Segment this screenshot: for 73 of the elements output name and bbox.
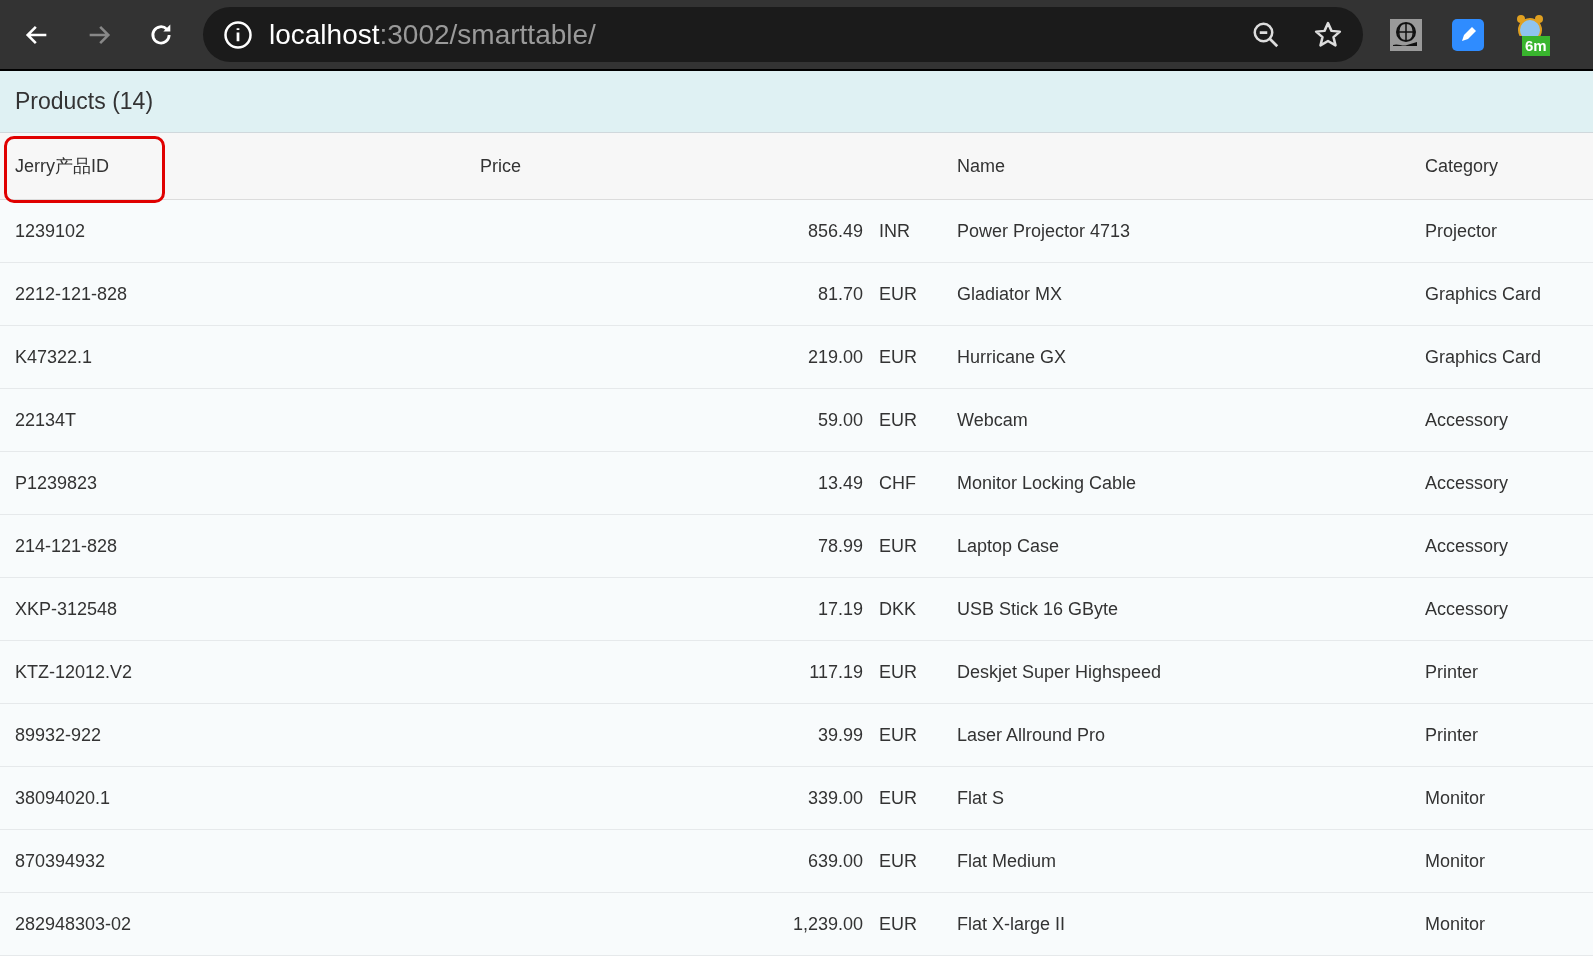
table-cell: Accessory xyxy=(1425,472,1509,493)
currency-code: EUR xyxy=(879,849,917,873)
currency-code: EUR xyxy=(879,912,917,936)
currency-code: EUR xyxy=(879,786,917,810)
currency-code: INR xyxy=(879,219,911,243)
currency-code: EUR xyxy=(879,345,917,369)
table-cell: 870394932 xyxy=(15,850,106,871)
price-amount: 856.49 xyxy=(807,219,863,243)
table-cell: Webcam xyxy=(957,409,1028,430)
currency-code: EUR xyxy=(879,534,917,558)
table-cell: 1239102 xyxy=(15,220,86,241)
table-cell: Gladiator MX xyxy=(957,283,1063,304)
table-cell: Monitor Locking Cable xyxy=(957,472,1137,493)
table-cell: Graphics Card xyxy=(1425,346,1542,367)
column-header[interactable]: Category xyxy=(1425,155,1499,176)
timer-badge: 6m xyxy=(1522,35,1550,56)
price-amount: 117.19 xyxy=(809,660,863,684)
price-amount: 339.00 xyxy=(807,786,863,810)
table-cell: Printer xyxy=(1425,661,1478,682)
table-cell: Monitor xyxy=(1425,787,1486,808)
price-amount: 639.00 xyxy=(807,849,863,873)
table-cell: Deskjet Super Highspeed xyxy=(957,661,1162,682)
currency-code: EUR xyxy=(879,660,917,684)
currency-code: EUR xyxy=(879,282,917,306)
price-amount: 81.70 xyxy=(817,282,863,306)
table-cell: Flat X-large II xyxy=(957,913,1066,934)
currency-code: DKK xyxy=(879,597,917,621)
table-cell: Flat S xyxy=(957,787,1004,808)
price-amount: 39.99 xyxy=(817,723,863,747)
currency-code: CHF xyxy=(879,471,917,495)
table-cell: Graphics Card xyxy=(1425,283,1542,304)
table-cell: K47322.1 xyxy=(15,346,93,367)
table-cell: USB Stick 16 GByte xyxy=(957,598,1119,619)
table-cell: Flat Medium xyxy=(957,850,1057,871)
price-amount: 1,239.00 xyxy=(792,912,863,936)
price-amount: 59.00 xyxy=(817,408,863,432)
table-cell: Printer xyxy=(1425,724,1478,745)
url-text: localhost:3002/smarttable/ xyxy=(269,17,596,52)
table-cell: XKP-312548 xyxy=(15,598,118,619)
address-bar[interactable]: localhost:3002/smarttable/ xyxy=(203,7,1363,62)
price-amount: 17.19 xyxy=(817,597,863,621)
column-header[interactable]: Name xyxy=(957,155,1005,176)
table-cell: Accessory xyxy=(1425,535,1509,556)
table-cell: Projector xyxy=(1425,220,1498,241)
table-cell: Laser Allround Pro xyxy=(957,724,1106,745)
column-header[interactable]: Jerry产品ID xyxy=(15,155,109,176)
table-cell: KTZ-12012.V2 xyxy=(15,661,133,682)
table-cell: Monitor xyxy=(1425,850,1486,871)
table-cell: Laptop Case xyxy=(957,535,1060,556)
table-cell: 214-121-828 xyxy=(15,535,118,556)
table-cell: Power Projector 4713 xyxy=(957,220,1131,241)
table-cell: Accessory xyxy=(1425,409,1509,430)
currency-code: EUR xyxy=(879,723,917,747)
bookmark-star-icon[interactable] xyxy=(1313,19,1343,50)
price-amount: 219.00 xyxy=(807,345,863,369)
table-cell: 2212-121-828 xyxy=(15,283,128,304)
column-header[interactable]: Price xyxy=(480,155,521,176)
globe-hand-icon[interactable] xyxy=(1390,18,1422,51)
alarm-clock-icon[interactable] xyxy=(1514,12,1546,36)
price-amount: 78.99 xyxy=(817,534,863,558)
info-icon[interactable] xyxy=(223,19,253,50)
table-cell: 282948303-02 xyxy=(15,913,132,934)
table-cell: P1239823 xyxy=(15,472,98,493)
table-cell: Accessory xyxy=(1425,598,1509,619)
currency-code: EUR xyxy=(879,408,917,432)
table-cell: 22134T xyxy=(15,409,77,430)
table-title: Products (14) xyxy=(15,87,154,117)
table-cell: Monitor xyxy=(1425,913,1486,934)
price-amount: 13.49 xyxy=(817,471,863,495)
pencil-app-icon[interactable] xyxy=(1452,18,1484,51)
table-cell: 89932-922 xyxy=(15,724,102,745)
table-cell: Hurricane GX xyxy=(957,346,1067,367)
table-cell: 38094020.1 xyxy=(15,787,111,808)
